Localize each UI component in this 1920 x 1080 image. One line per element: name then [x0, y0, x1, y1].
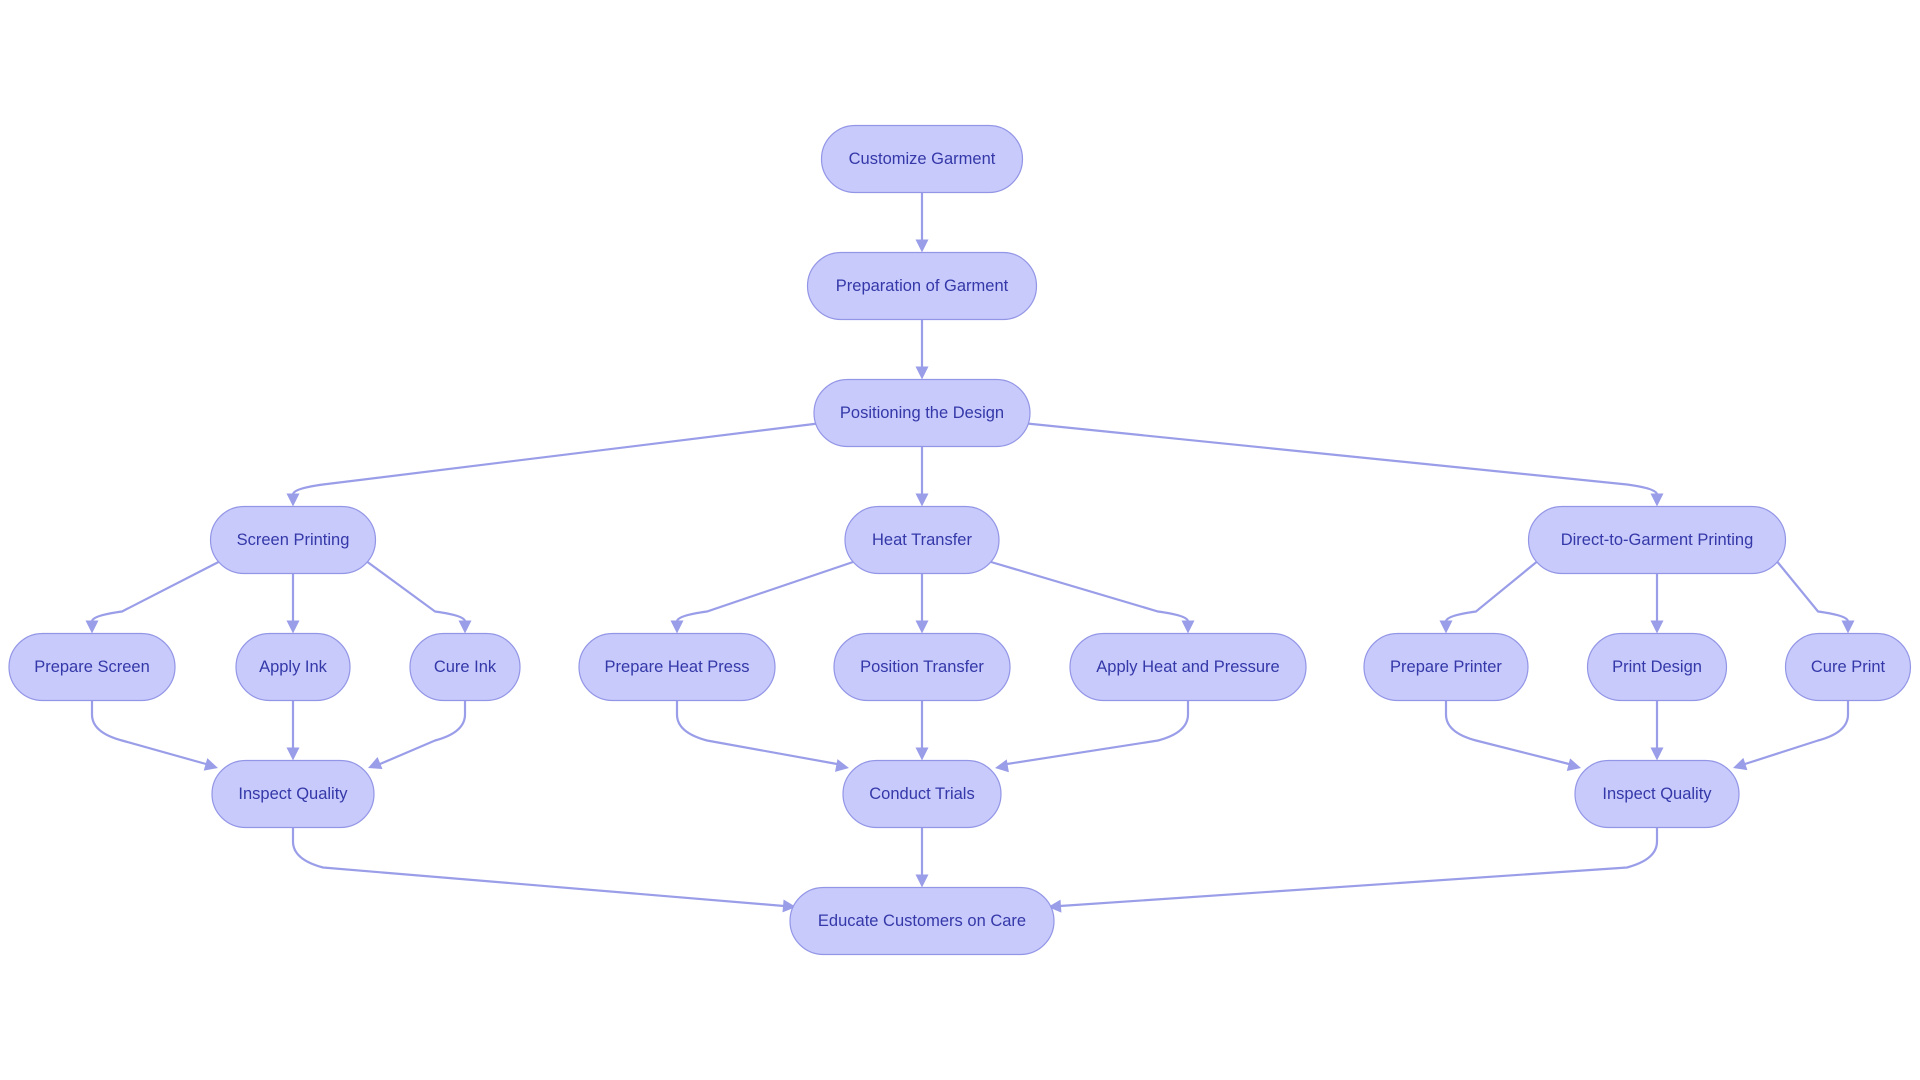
edge-positioning-to-screen — [291, 421, 823, 495]
node-educate[interactable]: Educate Customers on Care — [789, 886, 1055, 956]
node-label: Prepare Printer — [1390, 658, 1502, 676]
arrowhead-cure_print-to-inspect2 — [1733, 757, 1748, 771]
arrowhead-heat-to-prep_press — [670, 620, 684, 634]
node-prep-screen[interactable]: Prepare Screen — [8, 632, 176, 702]
node-cure-print[interactable]: Cure Print — [1784, 632, 1912, 702]
arrowhead-positioning-to-dtg — [1650, 493, 1664, 507]
arrowhead-apply_ink-to-inspect1 — [286, 747, 300, 761]
arrowhead-screen-to-cure_ink — [458, 620, 472, 634]
node-label: Apply Ink — [259, 658, 328, 676]
arrowhead-trials-to-educate — [915, 874, 929, 888]
arrowhead-prep_printer-to-inspect2 — [1566, 758, 1581, 771]
node-dtg[interactable]: Direct-to-Garment Printing — [1527, 505, 1787, 575]
flowchart: Customize Garment Preparation of Garment P… — [8, 124, 1912, 956]
edge-prep_screen-to-inspect1 — [90, 700, 207, 766]
node-trials[interactable]: Conduct Trials — [842, 759, 1002, 829]
node-label: Direct-to-Garment Printing — [1561, 531, 1754, 549]
node-label: Cure Ink — [434, 658, 497, 676]
edge-inspect1-to-educate — [291, 827, 785, 908]
arrowhead-heat-to-pos_transfer — [915, 620, 929, 634]
edge-inspect2-to-educate — [1059, 827, 1659, 908]
node-label: Positioning the Design — [840, 404, 1004, 422]
arrowhead-positioning-to-heat — [915, 493, 929, 507]
nodes-layer: Customize Garment Preparation of Garment P… — [8, 124, 1912, 956]
node-screen[interactable]: Screen Printing — [209, 505, 377, 575]
edge-screen-to-prep_screen — [90, 561, 220, 622]
node-prep-printer[interactable]: Prepare Printer — [1363, 632, 1529, 702]
node-label: Print Design — [1612, 658, 1702, 676]
arrowhead-pos_transfer-to-trials — [915, 747, 929, 761]
node-label: Inspect Quality — [238, 785, 348, 803]
node-label: Customize Garment — [849, 150, 996, 168]
node-heat[interactable]: Heat Transfer — [844, 505, 1000, 575]
edge-cure_print-to-inspect2 — [1744, 700, 1850, 766]
arrowhead-positioning-to-screen — [286, 493, 300, 507]
node-print-design[interactable]: Print Design — [1586, 632, 1728, 702]
edge-heat-to-prep_press — [675, 560, 854, 622]
node-cure-ink[interactable]: Cure Ink — [409, 632, 521, 702]
node-label: Prepare Screen — [34, 658, 150, 676]
arrowhead-prep_screen-to-inspect1 — [203, 758, 218, 771]
node-label: Heat Transfer — [872, 531, 972, 549]
node-label: Inspect Quality — [1602, 785, 1712, 803]
node-inspect2[interactable]: Inspect Quality — [1574, 759, 1740, 829]
node-label: Position Transfer — [860, 658, 984, 676]
node-label: Screen Printing — [237, 531, 350, 549]
arrowhead-customize-to-preparation — [915, 239, 929, 253]
node-label: Prepare Heat Press — [605, 658, 750, 676]
arrowhead-heat-to-apply_heat — [1181, 620, 1195, 634]
node-pos-transfer[interactable]: Position Transfer — [833, 632, 1011, 702]
node-preparation[interactable]: Preparation of Garment — [806, 251, 1038, 321]
node-label: Cure Print — [1811, 658, 1886, 676]
arrowhead-screen-to-prep_screen — [85, 620, 99, 634]
edge-dtg-to-cure_print — [1776, 561, 1850, 622]
arrowhead-preparation-to-positioning — [915, 366, 929, 380]
arrowhead-prep_press-to-trials — [835, 759, 849, 772]
node-apply-heat[interactable]: Apply Heat and Pressure — [1069, 632, 1307, 702]
edge-prep_printer-to-inspect2 — [1444, 700, 1570, 766]
edge-cure_ink-to-inspect1 — [379, 700, 467, 766]
edge-screen-to-cure_ink — [366, 561, 467, 622]
node-label: Educate Customers on Care — [818, 912, 1026, 930]
node-label: Conduct Trials — [869, 785, 974, 803]
edge-apply_heat-to-trials — [1006, 700, 1190, 766]
arrowhead-print_design-to-inspect2 — [1650, 747, 1664, 761]
edge-positioning-to-dtg — [1021, 421, 1659, 495]
edge-heat-to-apply_heat — [990, 560, 1190, 622]
edge-dtg-to-prep_printer — [1444, 561, 1538, 622]
node-inspect1[interactable]: Inspect Quality — [211, 759, 375, 829]
edge-prep_press-to-trials — [675, 700, 838, 766]
arrowhead-screen-to-apply_ink — [286, 620, 300, 634]
node-apply-ink[interactable]: Apply Ink — [235, 632, 351, 702]
arrowhead-apply_heat-to-trials — [995, 759, 1009, 773]
node-label: Apply Heat and Pressure — [1096, 658, 1279, 676]
node-label: Preparation of Garment — [836, 277, 1009, 295]
arrowhead-dtg-to-print_design — [1650, 620, 1664, 634]
node-customize[interactable]: Customize Garment — [820, 124, 1024, 194]
node-prep-press[interactable]: Prepare Heat Press — [578, 632, 776, 702]
node-positioning[interactable]: Positioning the Design — [813, 378, 1031, 448]
arrowhead-dtg-to-prep_printer — [1439, 620, 1453, 634]
arrowhead-dtg-to-cure_print — [1841, 620, 1855, 634]
